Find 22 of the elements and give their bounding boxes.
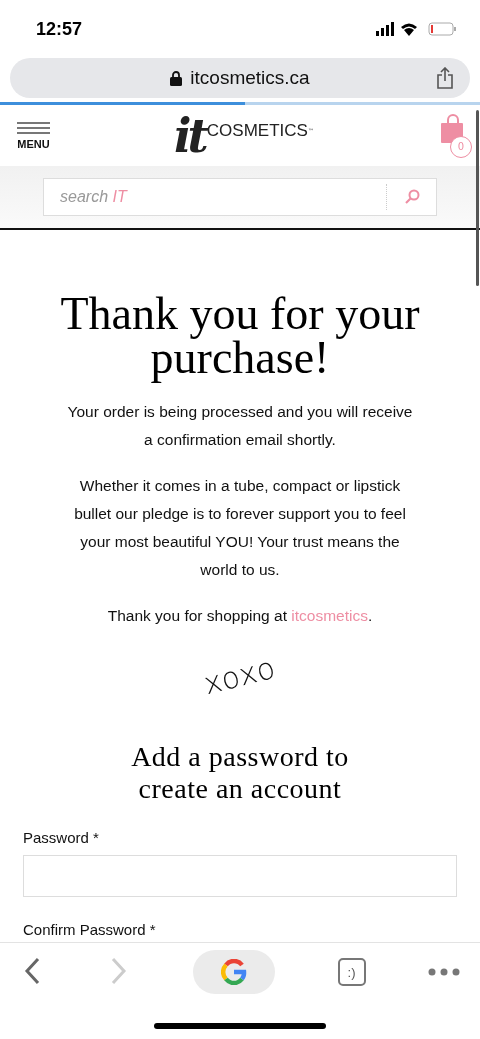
battery-icon xyxy=(428,22,456,36)
google-button[interactable] xyxy=(193,950,275,994)
message-text: Your order is being processed and you will receive a confirmation email shortly. xyxy=(66,402,414,450)
password-field[interactable] xyxy=(23,855,457,897)
message-text: Whether it comes in a tube, compact or lipstick bullet our pledge is to forever support you to feel your most beautiful YOU! Your trust means the world to us. xyxy=(73,476,407,580)
google-icon xyxy=(221,959,247,985)
url-text: itcosmetics.ca xyxy=(190,67,310,89)
share-icon[interactable] xyxy=(436,67,454,89)
thanks-text: Thank you for shopping at itcosmetics. xyxy=(106,606,374,626)
field-label: Confirm Password * xyxy=(23,921,157,938)
field-label: Password * xyxy=(23,829,100,846)
section-heading: Add a password to create an account xyxy=(130,741,350,805)
signal-icon xyxy=(376,22,394,36)
signoff-text: xoxo xyxy=(200,649,280,702)
menu-button[interactable]: MENU xyxy=(17,121,50,150)
wifi-icon xyxy=(401,23,417,36)
tabs-button[interactable]: :) xyxy=(337,958,366,986)
more-icon[interactable] xyxy=(428,968,460,976)
address-bar[interactable]: itcosmetics.ca xyxy=(10,58,470,98)
search-icon xyxy=(403,189,420,205)
clock: 12:57 xyxy=(36,18,83,40)
lock-icon xyxy=(170,70,183,86)
